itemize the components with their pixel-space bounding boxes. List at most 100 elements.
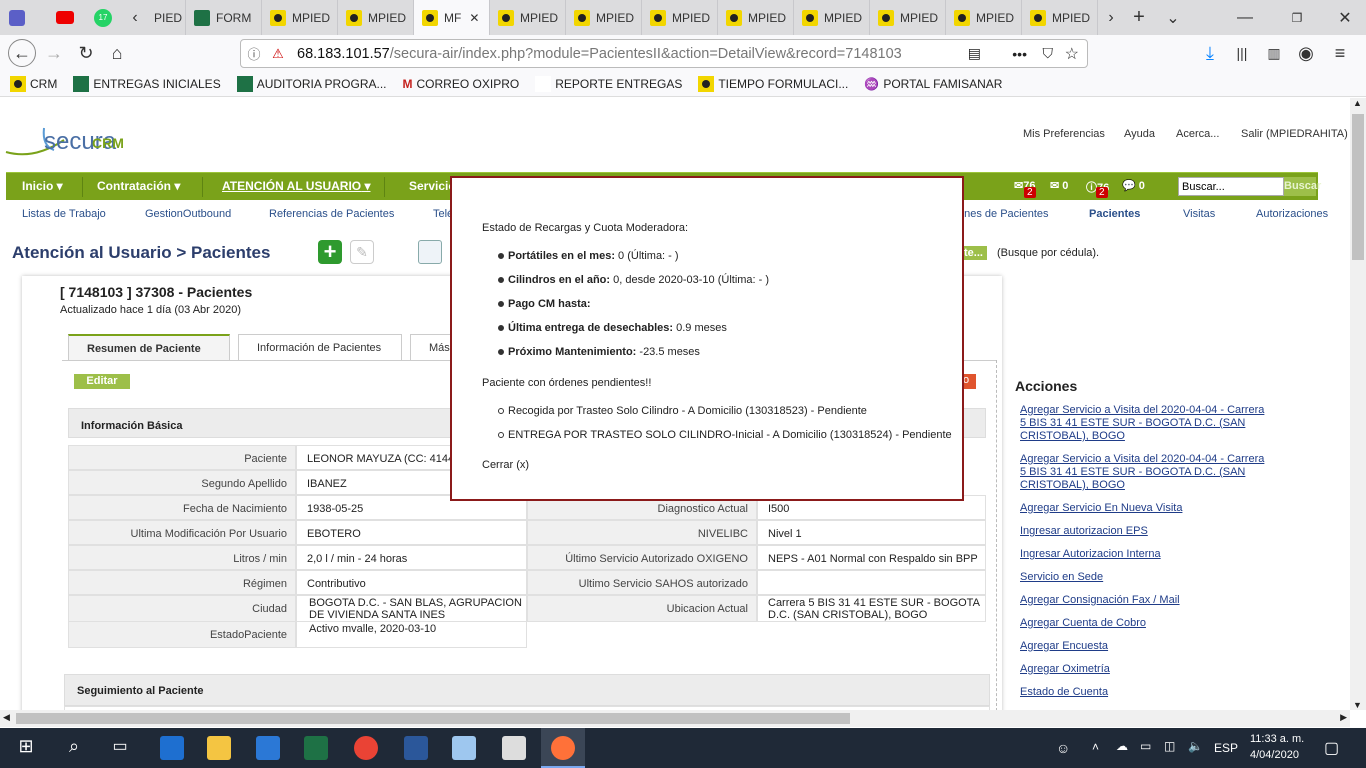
- submenu-autorizaciones[interactable]: Autorizaciones: [1256, 208, 1328, 220]
- scroll-down-icon[interactable]: ▼: [1353, 700, 1362, 710]
- close-window-icon[interactable]: ✕: [1330, 0, 1360, 35]
- action-link[interactable]: Agregar Oximetría: [1020, 663, 1270, 676]
- scroll-right-icon[interactable]: ▶: [1340, 712, 1347, 723]
- browser-tab[interactable]: MF ✕: [414, 0, 490, 35]
- notif-outbox[interactable]: ✉ 0: [1050, 179, 1068, 192]
- search-icon[interactable]: ⌕: [62, 736, 86, 760]
- account-icon[interactable]: ◉: [1292, 39, 1320, 67]
- menu-icon[interactable]: ≡: [1326, 39, 1354, 67]
- action-link[interactable]: Servicio en Sede: [1020, 571, 1270, 584]
- home-icon[interactable]: ⌂: [103, 39, 131, 67]
- submenu-pacientes[interactable]: Pacientes: [1089, 208, 1140, 220]
- close-tab-icon[interactable]: ✕: [469, 11, 479, 25]
- submenu-outbound[interactable]: GestionOutbound: [145, 208, 231, 220]
- action-link[interactable]: Agregar Servicio a Visita del 2020-04-04…: [1020, 453, 1270, 492]
- bookmark-correo[interactable]: M CORREO OXIPRO: [403, 77, 520, 91]
- windows-start-icon[interactable]: ⊞: [14, 736, 38, 760]
- network-icon[interactable]: ◫: [1164, 739, 1175, 753]
- browser-tab[interactable]: MPIED: [566, 0, 642, 35]
- task-view-icon[interactable]: ▭: [108, 736, 132, 760]
- teams-icon[interactable]: [2, 0, 32, 35]
- vertical-scrollbar[interactable]: ▲ ▼: [1350, 98, 1366, 710]
- bookmark-portal[interactable]: ♒ PORTAL FAMISANAR: [864, 77, 1002, 91]
- search-button[interactable]: Buscar: [1284, 177, 1321, 196]
- horizontal-scroll-thumb[interactable]: [16, 713, 850, 724]
- scroll-left-icon[interactable]: ◀: [3, 712, 10, 723]
- menu-contratacion[interactable]: Contratación ▾: [97, 179, 180, 193]
- language-indicator[interactable]: ESP: [1214, 741, 1238, 755]
- word-icon[interactable]: [404, 736, 428, 760]
- minimize-icon[interactable]: —: [1230, 0, 1260, 35]
- bookmark-star-icon[interactable]: ☆: [1065, 44, 1079, 64]
- submenu-listas[interactable]: Listas de Trabajo: [22, 208, 106, 220]
- info-icon[interactable]: ⓘ: [241, 44, 267, 63]
- browser-tab[interactable]: MPIED: [870, 0, 946, 35]
- window-app-icon[interactable]: [452, 736, 476, 760]
- tray-expand-icon[interactable]: ˄: [1092, 740, 1099, 754]
- library-icon[interactable]: |||: [1228, 39, 1256, 67]
- search-input[interactable]: [1178, 177, 1284, 196]
- tab-resumen[interactable]: Resumen de Paciente: [68, 334, 230, 360]
- new-tab-icon[interactable]: +: [1124, 0, 1154, 35]
- file-explorer-icon[interactable]: [207, 736, 231, 760]
- whatsapp-tab-icon[interactable]: 17: [88, 0, 118, 35]
- clock-date[interactable]: 4/04/2020: [1250, 749, 1299, 761]
- action-link[interactable]: Ingresar Autorizacion Interna: [1020, 548, 1270, 561]
- action-link[interactable]: Estado de Cuenta: [1020, 686, 1270, 699]
- browser-tab[interactable]: PIED: [146, 0, 186, 35]
- youtube-tab-icon[interactable]: [50, 0, 80, 35]
- mail-icon[interactable]: [256, 736, 280, 760]
- window-icon[interactable]: [418, 240, 442, 264]
- bookmark-reporte[interactable]: REPORTE ENTREGAS: [535, 75, 682, 92]
- clock-time[interactable]: 11:33 a. m.: [1250, 733, 1304, 745]
- reader-view-icon[interactable]: ▤: [968, 45, 981, 62]
- browser-tab[interactable]: FORM: [186, 0, 262, 35]
- action-link[interactable]: Agregar Servicio En Nueva Visita: [1020, 502, 1270, 515]
- restore-icon[interactable]: ❐: [1282, 0, 1312, 35]
- pdf-tool-icon[interactable]: [502, 736, 526, 760]
- browser-tab[interactable]: MPIED: [262, 0, 338, 35]
- insecure-lock-icon[interactable]: ⚠: [267, 46, 289, 62]
- chrome-icon[interactable]: [354, 736, 378, 760]
- add-icon[interactable]: +: [318, 240, 342, 264]
- menu-atencion[interactable]: ATENCIÓN AL USUARIO ▾: [222, 179, 370, 193]
- page-actions-icon[interactable]: •••: [1012, 46, 1027, 62]
- browser-tab[interactable]: MPIED: [1022, 0, 1098, 35]
- firefox-taskbar-button[interactable]: [541, 728, 585, 768]
- bookmark-crm[interactable]: CRM: [10, 75, 57, 92]
- link-logout[interactable]: Salir (MPIEDRAHITA): [1241, 128, 1348, 140]
- pocket-icon[interactable]: ⛉: [1043, 45, 1054, 62]
- tab-informacion[interactable]: Información de Pacientes: [238, 334, 402, 360]
- list-tabs-icon[interactable]: ⌄: [1158, 0, 1188, 35]
- onedrive-icon[interactable]: ☁: [1116, 739, 1128, 753]
- bookmark-tiempo[interactable]: TIEMPO FORMULACI...: [698, 75, 848, 92]
- url-bar[interactable]: ⓘ ⚠ 68.183.101.57/secura-air/index.php?m…: [240, 39, 1088, 68]
- submenu-ordenes[interactable]: ones de Pacientes: [958, 208, 1049, 220]
- action-link[interactable]: Ingresar autorizacion EPS: [1020, 525, 1270, 538]
- notification-center-icon[interactable]: ▢: [1324, 738, 1339, 758]
- sidebar-icon[interactable]: ▥: [1260, 39, 1288, 67]
- search-cedula-button[interactable]: te...: [960, 246, 987, 260]
- scroll-up-icon[interactable]: ▲: [1353, 98, 1362, 108]
- browser-tab[interactable]: MPIED: [490, 0, 566, 35]
- notif-chat[interactable]: 💬 0: [1122, 179, 1145, 192]
- people-icon[interactable]: ☺: [1056, 740, 1070, 756]
- browser-tab[interactable]: MPIED: [338, 0, 414, 35]
- bookmark-auditoria[interactable]: AUDITORIA PROGRA...: [236, 75, 387, 92]
- browser-tab[interactable]: MPIED: [718, 0, 794, 35]
- popup-close-link[interactable]: Cerrar (x): [482, 459, 529, 471]
- link-about[interactable]: Acerca...: [1176, 128, 1219, 140]
- forward-icon[interactable]: →: [40, 39, 68, 67]
- action-link[interactable]: Agregar Consignación Fax / Mail: [1020, 594, 1270, 607]
- downloads-icon[interactable]: ⤓: [1196, 39, 1224, 67]
- browser-tab[interactable]: MPIED: [642, 0, 718, 35]
- link-help[interactable]: Ayuda: [1124, 128, 1155, 140]
- edit-icon[interactable]: ✎: [350, 240, 374, 264]
- menu-inicio[interactable]: Inicio ▾: [22, 179, 63, 193]
- action-link[interactable]: Agregar Encuesta: [1020, 640, 1270, 653]
- browser-tab[interactable]: MPIED: [946, 0, 1022, 35]
- edge-icon[interactable]: [160, 736, 184, 760]
- reload-icon[interactable]: ↻: [72, 39, 100, 67]
- edit-button[interactable]: Editar: [74, 374, 130, 389]
- back-icon[interactable]: ←: [8, 39, 36, 67]
